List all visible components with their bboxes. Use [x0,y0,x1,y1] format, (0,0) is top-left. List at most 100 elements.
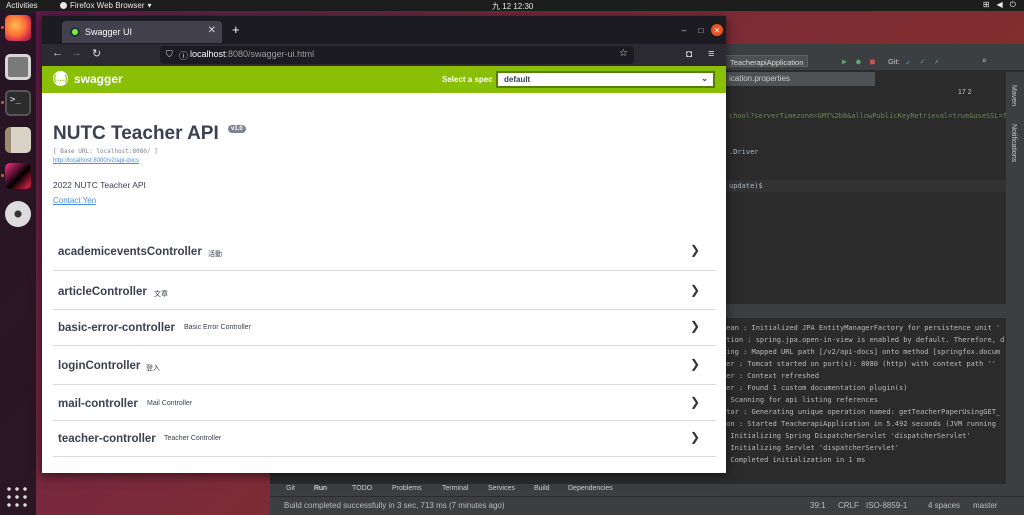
debug-icon[interactable]: ● [856,57,861,66]
show-apps-icon[interactable] [5,485,31,511]
tag-section-basic-error[interactable]: basic-error-controller Basic Error Contr… [53,310,716,346]
firefox-dock-icon[interactable] [5,15,31,41]
run-icon[interactable]: ▶ [842,57,847,66]
log-line: ation : spring.jpa.open-in-view is enabl… [722,336,1005,344]
hamburger-menu-icon[interactable]: ≡ [708,48,714,60]
maven-tool-tab[interactable]: Maven [1010,85,1017,106]
tag-name: loginController [58,360,141,372]
caret-position[interactable]: 39:1 [810,501,826,510]
tag-name: teacher-controller [58,433,156,445]
indent-setting[interactable]: 4 spaces [928,501,960,510]
terminal-dock-icon[interactable]: >_ [5,90,31,116]
tag-name: articleController [58,286,147,298]
tracking-shield-icon[interactable]: ⛉ [166,49,173,60]
stop-icon[interactable]: ■ [870,57,875,66]
spec-select-label: Select a spec [442,75,493,84]
tool-tab-run[interactable]: Run [314,485,327,492]
intellij-dock-icon[interactable] [5,163,31,189]
tag-description: Basic Error Controller [184,324,251,331]
spec-select[interactable]: default ⌄ [496,71,715,88]
editor-tab[interactable]: ication.properties [725,72,875,86]
files-dock-icon[interactable] [5,54,31,80]
chevron-right-icon[interactable]: ❯ [690,283,700,297]
bookmark-star-icon[interactable]: ☆ [619,48,628,59]
tag-name: basic-error-controller [58,322,175,334]
search-icon[interactable]: ⌕ [982,56,987,65]
close-icon[interactable]: ✕ [208,25,216,36]
file-encoding[interactable]: ISO-8859-1 [866,501,907,510]
minimize-icon[interactable]: – [678,24,690,36]
api-description: 2022 NUTC Teacher API [53,180,146,190]
app-menu-label: Firefox Web Browser [70,1,145,10]
log-line: Bean : Initialized JPA EntityManagerFact… [722,324,1001,332]
git-push-icon[interactable]: ↗ [934,57,939,66]
system-tray[interactable]: ⊞ ◀ ⏻ [983,0,1016,10]
tool-tab-terminal[interactable]: Terminal [442,485,468,492]
run-config-select[interactable]: TeacherapiApplication [725,55,809,67]
chevron-right-icon[interactable]: ❯ [690,395,700,409]
tool-tab-git[interactable]: Git [286,485,295,492]
chevron-down-icon: ⌄ [701,74,708,83]
reload-icon[interactable]: ↻ [92,47,101,60]
swagger-favicon [70,27,80,37]
forward-icon[interactable]: → [71,47,82,59]
clock[interactable]: 九 12 12:30 [492,1,533,12]
current-line-highlight [725,180,1007,192]
disc-dock-icon[interactable] [5,201,31,227]
chevron-right-icon[interactable]: ❯ [690,243,700,257]
code-line: .Driver [729,148,759,156]
tool-tab-build[interactable]: Build [534,485,550,492]
tag-description: 活動 [208,251,222,258]
maximize-icon[interactable]: □ [695,24,707,36]
git-commit-icon[interactable]: ✓ [920,57,925,66]
swagger-logo[interactable]: {…} swagger [53,71,123,86]
chevron-right-icon[interactable]: ❯ [690,319,700,333]
swagger-content: NUTC Teacher API v1.0 [ Base URL: localh… [42,93,726,473]
git-update-icon[interactable]: ↙ [906,57,911,66]
chevron-right-icon[interactable]: ❯ [690,430,700,444]
log-line: ver : Tomcat started on port(s): 8080 (h… [722,360,996,368]
tag-section-login[interactable]: loginController 登入 ❯ [53,346,716,385]
api-docs-link[interactable]: http://localhost:8080/v2/api-docs [53,158,139,164]
chevron-right-icon[interactable]: ❯ [690,357,700,371]
log-line: per : Context refreshed [722,372,819,380]
notifications-tool-tab[interactable]: Notifications [1010,124,1017,162]
contact-link[interactable]: Contact Yen [53,196,96,205]
tool-tab-dependencies[interactable]: Dependencies [568,485,613,492]
url-bar[interactable]: ⛉ ⓘ localhost:8080/swagger-ui.html ☆ [160,46,634,64]
tag-section-mail[interactable]: mail-controller Mail Controller ❯ [53,385,716,421]
tag-description: 登入 [146,365,160,372]
line-separator[interactable]: CRLF [838,501,859,510]
tag-name: academiceventsController [58,246,202,258]
status-bar: Build completed successfully in 3 sec, 7… [270,496,1024,515]
tag-section-article[interactable]: articleController 文章 ❯ [53,271,716,310]
tag-section-academicevents[interactable]: academiceventsController 活動 ❯ [53,235,716,271]
activities-button[interactable]: Activities [6,1,38,10]
text-editor-dock-icon[interactable] [5,127,31,153]
log-line: : Completed initialization in 1 ms [722,456,866,464]
inspection-count[interactable]: 17 2 [958,89,972,96]
base-url: [ Base URL: localhost:8080/ ] [53,148,158,155]
tool-tab-services[interactable]: Services [488,485,515,492]
page-info-icon[interactable]: ⓘ [179,49,188,62]
tag-name: mail-controller [58,398,138,410]
window-close-icon[interactable]: ✕ [711,24,723,36]
tool-tab-todo[interactable]: TODO [352,485,372,492]
tool-tab-problems[interactable]: Problems [392,485,422,492]
git-branch[interactable]: master [973,501,997,510]
navigation-toolbar: ← → ↻ ⛉ ⓘ localhost:8080/swagger-ui.html… [42,44,726,66]
network-icon: ⊞ [982,0,990,9]
status-message[interactable]: Build completed successfully in 3 sec, 7… [284,501,505,510]
log-line: : Initializing Spring DispatcherServlet … [722,432,971,440]
new-tab-button[interactable]: + [232,22,240,37]
tag-section-teacher[interactable]: teacher-controller Teacher Controller ❯ [53,421,716,457]
app-menu[interactable]: Firefox Web Browser ▾ [60,1,152,10]
chevron-down-icon: ▾ [147,1,152,10]
browser-tab-title: Swagger UI [85,27,133,37]
browser-tab[interactable]: Swagger UI ✕ [62,21,222,43]
back-icon[interactable]: ← [52,47,63,59]
pocket-icon[interactable]: ◘ [686,49,692,60]
running-indicator [1,26,4,29]
firefox-window: Swagger UI ✕ + – □ ✕ ← → ↻ ⛉ ⓘ localhost… [42,16,726,473]
running-indicator [1,174,4,177]
